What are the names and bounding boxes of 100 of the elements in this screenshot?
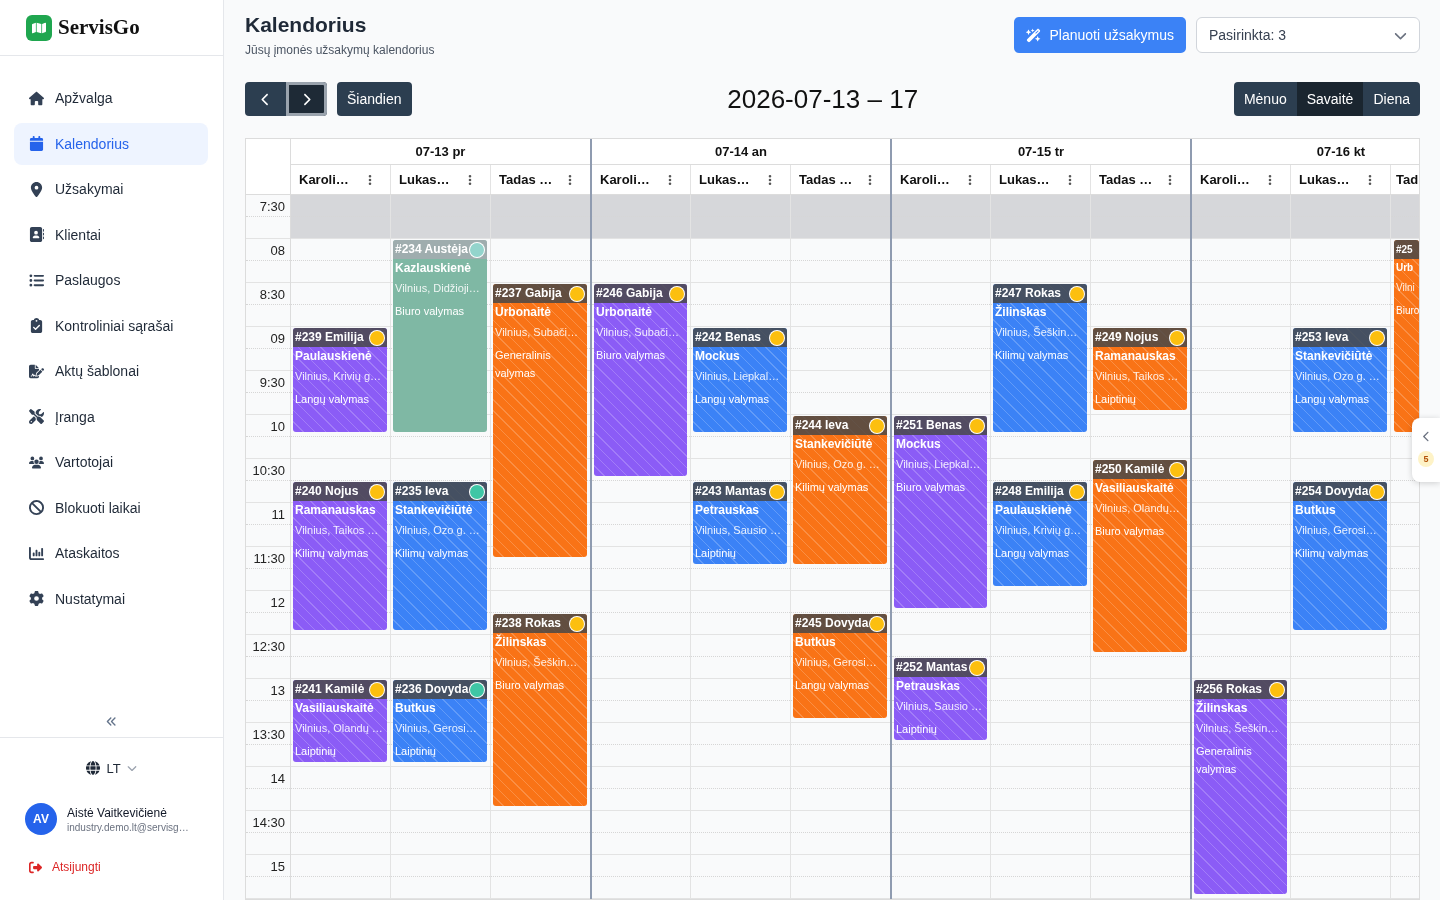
view-tab[interactable]: Mėnuo (1233, 82, 1297, 116)
tools-icon (29, 409, 44, 424)
client-address: Vilnius, Liepkal… (896, 457, 981, 472)
appointment-card[interactable]: #240 Nojus Ramanauskas Vilnius, Taikos … Kilimų valymas (293, 482, 387, 630)
service-name: Generalinis valymas (1196, 744, 1253, 777)
appointment-card[interactable]: #238 Rokas Žilinskas Vilnius, Šeškin… Biuro valymas (493, 614, 587, 806)
logout-link[interactable]: Atsijungti (29, 858, 101, 876)
nav-item[interactable]: Užsakymai (14, 168, 208, 210)
service-name: Laiptinių (395, 744, 436, 759)
appointment-card[interactable]: #237 Gabija Urbonaitė Vilnius, Subači… Generalinis valymas (493, 284, 587, 557)
appointment-title: #244 Ieva (795, 417, 849, 434)
day-header: 07-16 kt (1316, 144, 1366, 159)
appointment-card[interactable]: #251 Benas Mockus Vilnius, Liepkal… Biuro valymas (894, 416, 987, 608)
client-address: Vilnius, Šeškin… (495, 655, 578, 670)
appointment-title: #246 Gabija (596, 285, 663, 302)
appointment-card[interactable]: #239 Emilija Paulauskienė Vilnius, Krivių g… Langų valymas (293, 328, 387, 432)
appointment-card[interactable]: #243 Mantas Petrauskas Vilnius, Sausio … Laiptinių (693, 482, 787, 564)
client-address: Vilnius, Šeškin… (1196, 721, 1279, 736)
nav-item[interactable]: Įranga (14, 395, 208, 438)
client-address: Vilnius, Gerosi… (395, 721, 477, 736)
client-address: Vilnius, Ozo g. … (795, 457, 880, 472)
client-address: Vilnius, Krivių g… (295, 369, 381, 384)
time-label: 7:30 (259, 199, 285, 214)
client-surname: Paulauskienė (995, 502, 1072, 519)
language-selector[interactable]: LT (86, 758, 137, 778)
previous-button[interactable] (245, 82, 286, 116)
client-address: Vilnius, Olandų … (295, 721, 383, 736)
nav-item[interactable]: Kalendorius (14, 122, 208, 165)
client-address: Vilnius, Gerosi… (1295, 523, 1377, 538)
logo-icon (26, 14, 52, 41)
selection-dropdown[interactable]: Pasirinkta: 3 (1196, 17, 1420, 53)
appointment-card[interactable]: #235 Ieva Stankevičiūtė Vilnius, Ozo g. … Kilimų valymas (393, 482, 487, 630)
settings-icon (29, 591, 44, 606)
service-name: Biuro valymas (596, 348, 666, 363)
nav-item[interactable]: Aktų šablonai (14, 350, 208, 392)
time-label: 09 (270, 331, 285, 346)
nav-item[interactable]: Blokuoti laikai (14, 486, 208, 529)
nav-item[interactable]: Klientai (14, 213, 208, 256)
client-address: Vilnius, Krivių g… (995, 523, 1081, 538)
appointment-card[interactable]: #242 Benas Mockus Vilnius, Liepkal… Langų valymas (693, 328, 787, 432)
magic-wand-icon (1026, 27, 1042, 43)
brand-name: ServisGo (58, 15, 140, 40)
appointment-card[interactable]: #241 Kamilė Vasiliauskaitė Vilnius, Olandų … Laiptinių (293, 680, 387, 762)
client-surname: Petrauskas (896, 678, 961, 695)
client-address: Vilnius, Olandų… (1095, 501, 1180, 516)
appointment-card[interactable]: #236 Dovyda Butkus Vilnius, Gerosi… Laiptinių (393, 680, 487, 762)
nav-item[interactable]: Ataskaitos (14, 532, 208, 574)
client-surname: Mockus (896, 436, 941, 453)
appointment-title: #249 Nojus (1095, 329, 1159, 346)
appointment-card[interactable]: #245 Dovyda Butkus Vilnius, Gerosi… Langų valymas (793, 614, 887, 718)
appointment-card[interactable]: #247 Rokas Žilinskas Vilnius, Šeškin… Kilimų valymas (993, 284, 1087, 432)
appointment-title: #241 Kamilė (295, 681, 365, 698)
nav-item[interactable]: Kontroliniai sąrašai (14, 304, 208, 347)
client-surname: Kazlauskienė (395, 260, 472, 277)
service-name: Laiptinių (896, 722, 937, 737)
view-tab[interactable]: Diena (1363, 82, 1420, 116)
service-name: Generalinis valymas (495, 348, 552, 381)
client-address: Vilnius, Didžioji… (395, 281, 480, 296)
today-button[interactable]: Šiandien (337, 82, 412, 116)
next-button[interactable] (286, 82, 327, 116)
appointment-card[interactable]: #249 Nojus Ramanauskas Vilnius, Taikos … Laiptinių (1093, 328, 1187, 410)
client-address: Vilnius, Taikos … (1095, 369, 1179, 384)
nav-item[interactable]: Vartotojai (14, 441, 208, 483)
day-header: 07-15 tr (1017, 144, 1065, 159)
appointment-card[interactable]: #253 Ieva Stankevičiūtė Vilnius, Ozo g. … Langų valymas (1293, 328, 1387, 432)
resource-name: Karoli… (299, 172, 349, 187)
service-name: Laiptinių (1095, 392, 1136, 407)
appointment-card[interactable]: #250 Kamilė Vasiliauskaitė Vilnius, Olandų… Biuro valymas (1093, 460, 1187, 652)
chevron-left-icon (1420, 431, 1432, 442)
map-pin-icon (29, 181, 44, 197)
client-address: Vilnius, Gerosi… (795, 655, 877, 670)
appointment-card[interactable]: #246 Gabija Urbonaitė Vilnius, Subači… Biuro valymas (594, 284, 687, 476)
logout-icon (29, 860, 42, 874)
appointment-title: #235 Ieva (395, 483, 449, 500)
client-surname: Butkus (1295, 502, 1336, 519)
bar-chart-icon (29, 545, 44, 561)
appointment-card[interactable]: #252 Mantas Petrauskas Vilnius, Sausio … Laiptinių (894, 658, 987, 740)
client-address: Vilnius, Subači… (495, 325, 578, 340)
time-label: 11:30 (253, 551, 285, 566)
appointment-title: #238 Rokas (495, 615, 562, 632)
nav-item[interactable]: Apžvalga (14, 77, 208, 119)
appointment-card[interactable]: #248 Emilija Paulauskienė Vilnius, Krivių g… Langų valymas (993, 482, 1087, 586)
client-address: Vilnius, Subači… (596, 325, 679, 340)
collapse-sidebar-icon[interactable] (106, 716, 117, 727)
user-email: industry.demo.lt@servisg… (67, 821, 189, 833)
appointment-card[interactable]: #244 Ieva Stankevičiūtė Vilnius, Ozo g. … Kilimų valymas (793, 416, 887, 564)
appointment-card[interactable]: #256 Rokas Žilinskas Vilnius, Šeškin… Generalinis valymas (1194, 680, 1287, 894)
client-address: Vilnius, Ozo g. … (395, 523, 480, 538)
nav-item[interactable]: Nustatymai (14, 577, 208, 620)
client-surname: Petrauskas (695, 502, 760, 519)
service-name: Langų valymas (695, 392, 769, 407)
appointment-title: #248 Emilija (995, 483, 1064, 500)
nav-item[interactable]: Paslaugos (14, 259, 208, 301)
side-panel-toggle[interactable]: 5 (1412, 418, 1440, 482)
time-label: 10:30 (252, 463, 285, 478)
plan-orders-button[interactable]: Planuoti užsakymus (1014, 17, 1186, 53)
appointment-title: #242 Benas (695, 329, 762, 346)
view-tab[interactable]: Savaitė (1296, 82, 1364, 116)
appointment-card[interactable]: #25 Urb Vilni Biuro (1394, 240, 1419, 432)
appointment-card[interactable]: #254 Dovyda Butkus Vilnius, Gerosi… Kilimų valymas (1293, 482, 1387, 630)
